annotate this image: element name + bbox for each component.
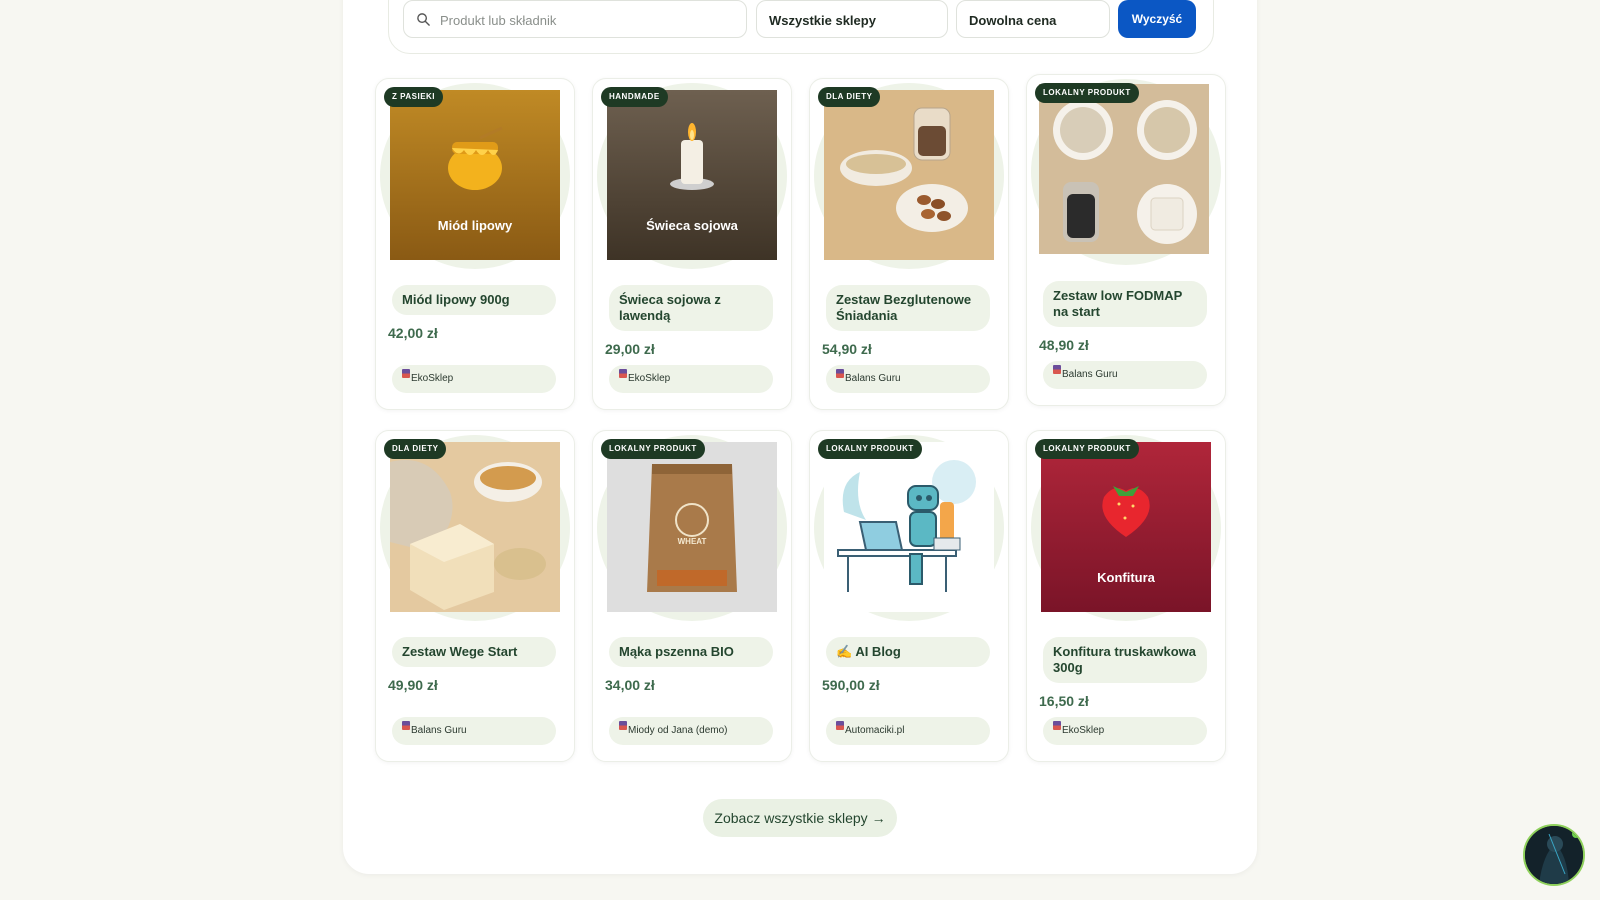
shop-name: Automaciki.pl: [845, 725, 905, 736]
product-price: 590,00 zł: [822, 677, 880, 693]
shop-icon: [1053, 365, 1061, 374]
shop-icon: [836, 369, 844, 378]
online-indicator: [1572, 830, 1580, 838]
shop-name: Balans Guru: [845, 373, 901, 384]
shop-icon: [402, 369, 410, 378]
shop-name: Balans Guru: [411, 725, 467, 736]
product-name[interactable]: Zestaw low FODMAP na start: [1043, 281, 1207, 327]
chat-avatar[interactable]: [1523, 824, 1585, 886]
image-caption: Świeca sojowa: [646, 218, 739, 233]
product-image: Świeca sojowa: [607, 90, 777, 260]
product-badge: LOKALNY PRODUKT: [818, 439, 922, 459]
product-image: WHEAT: [607, 442, 777, 612]
product-name[interactable]: ✍️ AI Blog: [826, 637, 990, 667]
product-badge: DLA DIETY: [384, 439, 447, 459]
shop-link[interactable]: EkoSklep: [392, 365, 556, 393]
product-card[interactable]: WHEAT LOKALNY PRODUKT Mąka pszenna BIO 3…: [592, 430, 792, 762]
shop-link[interactable]: EkoSklep: [1043, 717, 1207, 745]
product-image: [1039, 84, 1209, 254]
product-price: 16,50 zł: [1039, 693, 1089, 709]
product-image: Konfitura: [1041, 442, 1211, 612]
product-badge: Z PASIEKI: [384, 87, 444, 107]
product-card[interactable]: DLA DIETY Zestaw Wege Start 49,90 zł Bal…: [375, 430, 575, 762]
product-card[interactable]: LOKALNY PRODUKT Zestaw low FODMAP na sta…: [1026, 74, 1226, 406]
shop-link[interactable]: Balans Guru: [1043, 361, 1207, 389]
shop-link[interactable]: EkoSklep: [609, 365, 773, 393]
image-caption: Miód lipowy: [438, 218, 513, 233]
shop-name: EkoSklep: [1062, 725, 1105, 736]
product-name[interactable]: Zestaw Bezglutenowe Śniadania: [826, 285, 990, 331]
shop-icon: [836, 721, 844, 730]
shop-link[interactable]: Balans Guru: [392, 717, 556, 745]
product-name[interactable]: Świeca sojowa z lawendą: [609, 285, 773, 331]
shop-icon: [1053, 721, 1061, 730]
shop-name: EkoSklep: [628, 373, 671, 384]
search-icon: [417, 13, 430, 26]
clear-button[interactable]: Wyczyść: [1118, 0, 1196, 38]
shop-name: Miody od Jana (demo): [628, 725, 728, 736]
shop-icon: [402, 721, 410, 730]
shop-link[interactable]: Miody od Jana (demo): [609, 717, 773, 745]
search-field[interactable]: [403, 0, 747, 39]
product-price: 54,90 zł: [822, 341, 872, 357]
product-card[interactable]: Miód lipowy Z PASIEKI Miód lipowy 900g 4…: [375, 78, 575, 410]
shop-link[interactable]: Balans Guru: [826, 365, 990, 393]
product-card[interactable]: LOKALNY PRODUKT ✍️ AI Blog 590,00 zł Aut…: [809, 430, 1009, 762]
product-price: 48,90 zł: [1039, 337, 1089, 353]
product-name[interactable]: Zestaw Wege Start: [392, 637, 556, 667]
product-image: [390, 442, 560, 612]
shop-icon: [619, 721, 627, 730]
shop-icon: [619, 369, 627, 378]
shop-link[interactable]: Automaciki.pl: [826, 717, 990, 745]
product-card[interactable]: Konfitura LOKALNY PRODUKT Konfitura trus…: [1026, 430, 1226, 762]
product-card[interactable]: Świeca sojowa HANDMADE Świeca sojowa z l…: [592, 78, 792, 410]
product-price: 34,00 zł: [605, 677, 655, 693]
product-price: 42,00 zł: [388, 325, 438, 341]
product-badge: LOKALNY PRODUKT: [1035, 439, 1139, 459]
product-name[interactable]: Konfitura truskawkowa 300g: [1043, 637, 1207, 683]
shop-name: Balans Guru: [1062, 369, 1118, 380]
product-badge: HANDMADE: [601, 87, 668, 107]
price-select[interactable]: Dowolna cena: [956, 0, 1110, 38]
product-badge: LOKALNY PRODUKT: [601, 439, 705, 459]
shop-name: EkoSklep: [411, 373, 454, 384]
see-all-stores-button[interactable]: Zobacz wszystkie sklepy →: [703, 799, 897, 837]
product-badge: DLA DIETY: [818, 87, 881, 107]
product-card[interactable]: DLA DIETY Zestaw Bezglutenowe Śniadania …: [809, 78, 1009, 410]
product-name[interactable]: Mąka pszenna BIO: [609, 637, 773, 667]
store-select[interactable]: Wszystkie sklepy: [756, 0, 948, 38]
image-caption: WHEAT: [678, 537, 707, 546]
image-caption: Konfitura: [1097, 570, 1156, 585]
product-name[interactable]: Miód lipowy 900g: [392, 285, 556, 315]
product-image: [824, 90, 994, 260]
product-badge: LOKALNY PRODUKT: [1035, 83, 1139, 103]
product-image: [824, 442, 994, 612]
product-price: 29,00 zł: [605, 341, 655, 357]
product-price: 49,90 zł: [388, 677, 438, 693]
search-input[interactable]: [438, 1, 742, 39]
product-image: Miód lipowy: [390, 90, 560, 260]
